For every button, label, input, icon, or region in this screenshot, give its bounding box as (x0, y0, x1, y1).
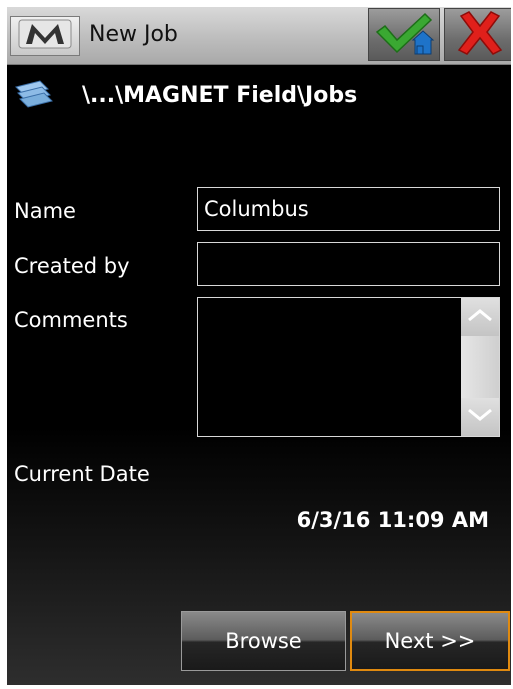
name-input[interactable] (197, 187, 500, 231)
menu-button[interactable] (10, 16, 80, 56)
chevron-down-icon (466, 407, 494, 427)
comments-label: Comments (14, 308, 128, 332)
app-window: New Job \...\MAGNET Field\Jobs Name Colu… (7, 7, 511, 685)
title-bar: New Job (7, 7, 511, 65)
next-button[interactable]: Next >> (350, 611, 510, 671)
comments-field (197, 297, 500, 437)
folder-stack-icon (14, 79, 54, 111)
red-x-icon (455, 10, 505, 60)
created-by-input[interactable] (197, 242, 500, 286)
window-title: New Job (89, 22, 178, 47)
job-folder-path: \...\MAGNET Field\Jobs (7, 71, 511, 119)
cancel-button[interactable] (444, 8, 511, 61)
current-date-value: 6/3/16 11:09 AM (296, 508, 489, 532)
path-label: \...\MAGNET Field\Jobs (82, 83, 358, 108)
ok-button[interactable] (368, 8, 440, 61)
browse-button[interactable]: Browse (181, 611, 346, 671)
check-home-icon (373, 10, 435, 60)
scroll-up-button[interactable] (461, 298, 499, 336)
scroll-down-button[interactable] (461, 398, 499, 436)
comments-scrollbar[interactable] (461, 298, 499, 436)
created-by-label: Created by (14, 254, 130, 278)
current-date-label: Current Date (14, 462, 150, 486)
comments-textarea[interactable] (198, 298, 460, 436)
m-logo-icon (18, 19, 72, 53)
name-label: Name (14, 199, 76, 223)
chevron-up-icon (466, 307, 494, 327)
